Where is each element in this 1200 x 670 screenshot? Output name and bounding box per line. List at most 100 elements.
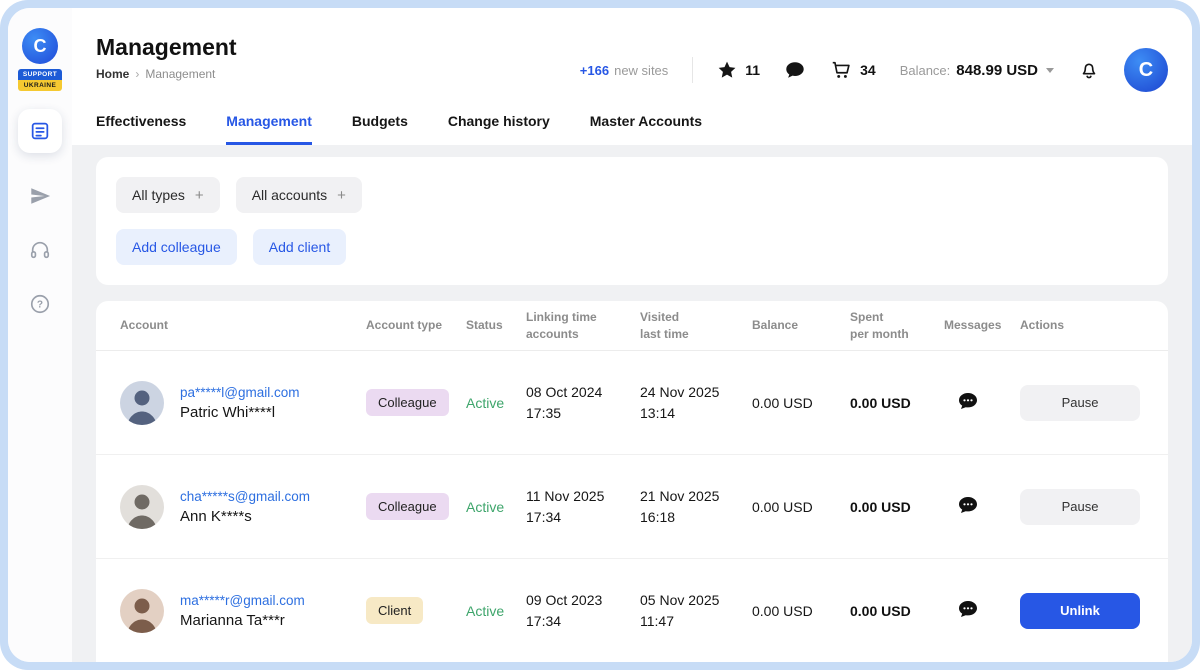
message-button[interactable] xyxy=(956,389,980,416)
table-row: pa*****l@gmail.com Patric Whi****l Colle… xyxy=(96,351,1168,455)
accounts-table: Account Account type Status Linking time… xyxy=(96,301,1168,662)
pause-button[interactable]: Pause xyxy=(1020,489,1140,525)
tab-bar: Effectiveness Management Budgets Change … xyxy=(96,113,1168,145)
col-header-linking-time: Linking time accounts xyxy=(526,309,640,341)
status-text: Active xyxy=(466,499,526,515)
plus-icon: + xyxy=(337,187,346,204)
table-row: ma*****r@gmail.com Marianna Ta***r Clien… xyxy=(96,559,1168,662)
header-actions: +166 new sites 11 xyxy=(580,48,1168,92)
notifications-icon[interactable] xyxy=(1078,59,1100,81)
account-email-link[interactable]: pa*****l@gmail.com xyxy=(180,385,300,400)
avatar xyxy=(120,381,164,425)
unlink-button[interactable]: Unlink xyxy=(1020,593,1140,629)
col-header-visited: Visited last time xyxy=(640,309,752,341)
sidebar: C SUPPORT UKRAINE xyxy=(8,8,72,662)
add-client-button[interactable]: Add client xyxy=(253,229,346,265)
account-name: Ann K****s xyxy=(180,508,310,525)
chevron-down-icon xyxy=(1046,68,1054,73)
linking-time-cell: 09 Oct 2023 17:34 xyxy=(526,590,640,632)
col-header-account: Account xyxy=(120,317,366,333)
message-bubble-icon xyxy=(956,389,980,416)
linking-time-cell: 11 Nov 2025 17:34 xyxy=(526,486,640,528)
col-header-account-type: Account type xyxy=(366,317,466,333)
cart-count: 34 xyxy=(860,62,876,78)
breadcrumb: Home › Management xyxy=(96,67,237,81)
tab-budgets[interactable]: Budgets xyxy=(352,113,408,145)
table-row: cha*****s@gmail.com Ann K****s Colleague… xyxy=(96,455,1168,559)
app-panel: C SUPPORT UKRAINE xyxy=(8,8,1192,662)
tab-management[interactable]: Management xyxy=(226,113,312,145)
chat-icon[interactable] xyxy=(784,59,806,81)
news-icon xyxy=(29,120,51,142)
header: Management Home › Management +166 new si… xyxy=(72,8,1192,145)
status-text: Active xyxy=(466,395,526,411)
sidebar-item-news[interactable] xyxy=(18,109,62,153)
plus-icon: + xyxy=(195,187,204,204)
tab-change-history[interactable]: Change history xyxy=(448,113,550,145)
tab-effectiveness[interactable]: Effectiveness xyxy=(96,113,186,145)
pause-button[interactable]: Pause xyxy=(1020,385,1140,421)
message-button[interactable] xyxy=(956,493,980,520)
status-text: Active xyxy=(466,603,526,619)
cart-button[interactable]: 34 xyxy=(830,59,876,81)
account-avatar[interactable]: C xyxy=(1124,48,1168,92)
col-header-messages: Messages xyxy=(944,317,1020,333)
visited-time-cell: 21 Nov 2025 16:18 xyxy=(640,486,752,528)
spent-cell: 0.00 USD xyxy=(850,499,944,515)
question-icon: ? xyxy=(29,293,51,315)
spent-cell: 0.00 USD xyxy=(850,395,944,411)
headphones-icon xyxy=(29,239,51,261)
breadcrumb-home[interactable]: Home xyxy=(96,67,129,81)
support-ukraine-badge: SUPPORT UKRAINE xyxy=(18,69,62,91)
account-email-link[interactable]: cha*****s@gmail.com xyxy=(180,489,310,504)
filter-all-types[interactable]: All types + xyxy=(116,177,220,213)
sidebar-item-telegram[interactable] xyxy=(29,185,51,207)
message-button[interactable] xyxy=(956,597,980,624)
favorites-count: 11 xyxy=(745,62,760,78)
sidebar-item-support[interactable] xyxy=(29,239,51,261)
title-block: Management Home › Management xyxy=(96,34,237,81)
cart-icon xyxy=(830,59,852,81)
table-header: Account Account type Status Linking time… xyxy=(96,301,1168,351)
account-name: Marianna Ta***r xyxy=(180,612,305,629)
breadcrumb-separator: › xyxy=(135,67,139,81)
message-bubble-icon xyxy=(956,493,980,520)
account-type-badge: Client xyxy=(366,597,423,624)
favorites-button[interactable]: 11 xyxy=(717,60,760,80)
paper-plane-icon xyxy=(29,185,51,207)
main-area: Management Home › Management +166 new si… xyxy=(72,8,1192,662)
sidebar-item-help[interactable]: ? xyxy=(29,293,51,315)
new-sites-label: new sites xyxy=(614,63,668,78)
star-icon xyxy=(717,60,737,80)
balance-dropdown[interactable]: Balance: 848.99 USD xyxy=(900,62,1054,79)
avatar xyxy=(120,485,164,529)
svg-text:?: ? xyxy=(37,300,43,311)
balance-label: Balance: xyxy=(900,63,951,78)
new-sites-count: +166 xyxy=(580,63,609,78)
account-email-link[interactable]: ma*****r@gmail.com xyxy=(180,593,305,608)
page-title: Management xyxy=(96,34,237,61)
avatar xyxy=(120,589,164,633)
spent-cell: 0.00 USD xyxy=(850,603,944,619)
col-header-status: Status xyxy=(466,317,526,333)
new-sites-link[interactable]: +166 new sites xyxy=(580,63,669,78)
tab-master-accounts[interactable]: Master Accounts xyxy=(590,113,702,145)
message-bubble-icon xyxy=(956,597,980,624)
linking-time-cell: 08 Oct 2024 17:35 xyxy=(526,382,640,424)
filter-all-accounts[interactable]: All accounts + xyxy=(236,177,362,213)
balance-cell: 0.00 USD xyxy=(752,603,850,619)
app-frame: C SUPPORT UKRAINE xyxy=(0,0,1200,670)
breadcrumb-current: Management xyxy=(145,67,215,81)
account-type-badge: Colleague xyxy=(366,493,449,520)
visited-time-cell: 05 Nov 2025 11:47 xyxy=(640,590,752,632)
balance-cell: 0.00 USD xyxy=(752,395,850,411)
vertical-divider xyxy=(692,57,693,83)
content-area: All types + All accounts + Add colleague… xyxy=(72,145,1192,662)
add-colleague-button[interactable]: Add colleague xyxy=(116,229,237,265)
col-header-spent: Spent per month xyxy=(850,309,944,341)
brand-logo[interactable]: C xyxy=(22,28,58,64)
balance-cell: 0.00 USD xyxy=(752,499,850,515)
account-name: Patric Whi****l xyxy=(180,404,300,421)
visited-time-cell: 24 Nov 2025 13:14 xyxy=(640,382,752,424)
account-type-badge: Colleague xyxy=(366,389,449,416)
